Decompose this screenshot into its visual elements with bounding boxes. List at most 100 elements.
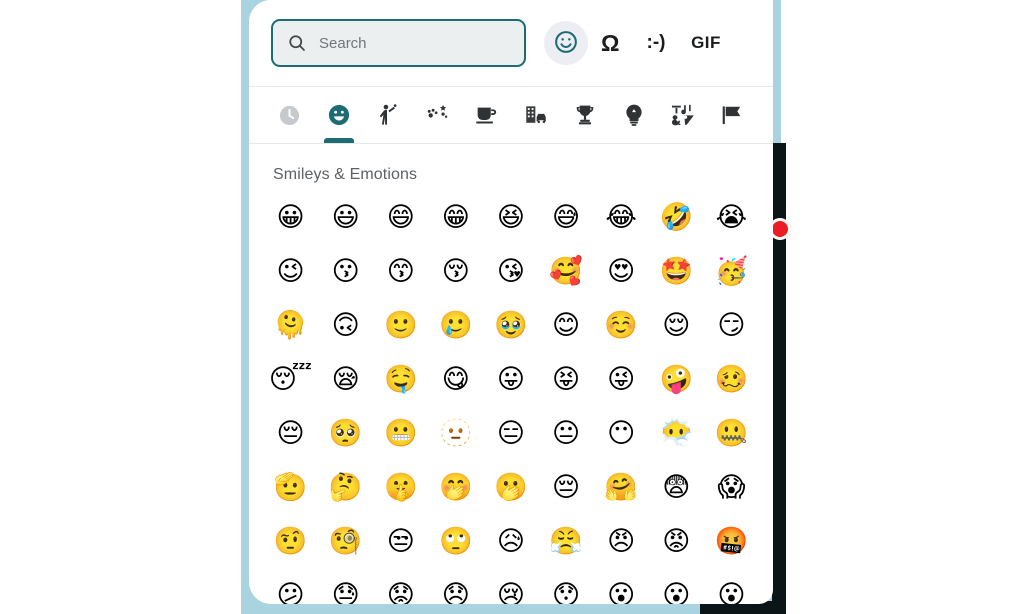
emoticons-toggle-button[interactable]: :-) xyxy=(632,21,680,65)
emoji-cell[interactable]: 😌 xyxy=(649,300,704,350)
building-car-icon xyxy=(523,102,549,128)
emoji-cell[interactable]: 😉 xyxy=(263,246,318,296)
emoji-cell[interactable]: 😙 xyxy=(373,246,428,296)
search-icon xyxy=(287,33,307,53)
emoji-cell[interactable]: 😊 xyxy=(539,300,594,350)
emoji-cell[interactable]: 😚 xyxy=(428,246,483,296)
search-field[interactable] xyxy=(271,19,526,67)
emoji-cell[interactable]: 🙂 xyxy=(373,300,428,350)
emoji-cell[interactable]: 😨 xyxy=(649,462,704,512)
tab-people[interactable] xyxy=(363,87,412,143)
emoji-cell[interactable]: 😘 xyxy=(483,246,538,296)
emoji-cell[interactable]: 😭 xyxy=(704,192,759,242)
emoji-cell[interactable]: 😬 xyxy=(373,408,428,458)
trophy-icon xyxy=(572,102,598,128)
flag-icon xyxy=(719,102,745,128)
emoji-cell[interactable]: 🤫 xyxy=(373,462,428,512)
emoji-cell[interactable]: 🥰 xyxy=(539,246,594,296)
section-title: Smileys & Emotions xyxy=(273,166,418,183)
emoji-cell[interactable]: 😜 xyxy=(594,354,649,404)
gif-icon: GIF xyxy=(691,33,721,52)
emoji-cell[interactable]: 😮 xyxy=(704,570,759,605)
emoji-cell[interactable]: 😓 xyxy=(318,570,373,605)
emoji-cell[interactable]: 😅 xyxy=(539,192,594,242)
emoji-cell[interactable]: 🤨 xyxy=(263,516,318,566)
emoji-cell[interactable]: 😱 xyxy=(704,462,759,512)
emoji-cell[interactable]: 😔 xyxy=(539,462,594,512)
tab-objects[interactable] xyxy=(609,87,658,143)
paw-flower-icon xyxy=(424,102,450,128)
emoji-cell[interactable]: 🙃 xyxy=(318,300,373,350)
emoji-cell[interactable]: 😤 xyxy=(539,516,594,566)
emoji-cell[interactable]: 🥲 xyxy=(428,300,483,350)
emoji-cell[interactable]: 🤗 xyxy=(594,462,649,512)
emoji-cell[interactable]: 😛 xyxy=(483,354,538,404)
cup-icon xyxy=(473,102,499,128)
emoji-cell[interactable]: 😄 xyxy=(373,192,428,242)
emoji-cell[interactable]: 😍 xyxy=(594,246,649,296)
emoji-cell[interactable]: 😪 xyxy=(318,354,373,404)
emoji-cell[interactable]: 😝 xyxy=(539,354,594,404)
emoji-cell[interactable]: 🤭 xyxy=(428,462,483,512)
tab-smileys[interactable] xyxy=(314,87,363,143)
emoji-cell[interactable]: 😆 xyxy=(483,192,538,242)
emoji-cell[interactable]: 🫥 xyxy=(428,408,483,458)
tab-symbols[interactable] xyxy=(659,87,708,143)
tab-travel[interactable] xyxy=(511,87,560,143)
search-input[interactable] xyxy=(319,34,499,52)
smiley-filled-icon xyxy=(326,102,352,128)
emoji-cell[interactable]: 😯 xyxy=(539,570,594,605)
emoji-cell[interactable]: 😮 xyxy=(649,570,704,605)
toolbar-actions: Ω :-) GIF xyxy=(544,21,732,65)
emoji-cell[interactable]: 🥺 xyxy=(318,408,373,458)
emoji-cell[interactable]: 🥹 xyxy=(483,300,538,350)
omega-icon: Ω xyxy=(601,29,619,56)
emoji-cell[interactable]: 🤪 xyxy=(649,354,704,404)
emoji-cell[interactable]: 😔 xyxy=(263,408,318,458)
gif-toggle-button[interactable]: GIF xyxy=(680,21,732,65)
emoji-cell[interactable]: 😴 xyxy=(263,354,318,404)
tab-food[interactable] xyxy=(462,87,511,143)
emoji-cell[interactable]: 🥳 xyxy=(704,246,759,296)
emoji-cell[interactable]: 😑 xyxy=(483,408,538,458)
emoji-cell[interactable]: 🫡 xyxy=(263,462,318,512)
emoji-cell[interactable]: 🫠 xyxy=(263,300,318,350)
emoji-cell[interactable]: 😢 xyxy=(483,570,538,605)
emoji-cell[interactable]: 😐 xyxy=(539,408,594,458)
tab-nature[interactable] xyxy=(413,87,462,143)
emoji-cell[interactable]: 😶 xyxy=(594,408,649,458)
emoji-cell[interactable]: 😡 xyxy=(649,516,704,566)
symbols-toggle-button[interactable]: Ω xyxy=(588,21,632,65)
emoji-cell[interactable]: 🤐 xyxy=(704,408,759,458)
emoji-cell[interactable]: 😮 xyxy=(594,570,649,605)
emoji-cell[interactable]: 😀 xyxy=(263,192,318,242)
emoji-cell[interactable]: 😟 xyxy=(373,570,428,605)
emoji-cell[interactable]: 😥 xyxy=(483,516,538,566)
emoji-cell[interactable]: 😏 xyxy=(704,300,759,350)
tab-flags[interactable] xyxy=(708,87,757,143)
emoji-cell[interactable]: 😗 xyxy=(318,246,373,296)
right-dark-strip xyxy=(772,143,786,614)
emoji-cell[interactable]: 😁 xyxy=(428,192,483,242)
emoji-cell[interactable]: 😠 xyxy=(594,516,649,566)
emoji-cell[interactable]: 🙄 xyxy=(428,516,483,566)
emoji-cell[interactable]: 🤣 xyxy=(649,192,704,242)
emoji-cell[interactable]: 🫢 xyxy=(483,462,538,512)
emoji-cell[interactable]: 🥴 xyxy=(704,354,759,404)
emoji-cell[interactable]: ☺️ xyxy=(594,300,649,350)
emoji-cell[interactable]: 🤔 xyxy=(318,462,373,512)
emoji-cell[interactable]: 😕 xyxy=(263,570,318,605)
emoji-cell[interactable]: 🧐 xyxy=(318,516,373,566)
emoji-cell[interactable]: 😂 xyxy=(594,192,649,242)
emoji-cell[interactable]: 😋 xyxy=(428,354,483,404)
tab-activities[interactable] xyxy=(560,87,609,143)
emoji-cell[interactable]: 😶‍🌫️ xyxy=(649,408,704,458)
emoji-cell[interactable]: 🤤 xyxy=(373,354,428,404)
emoji-cell[interactable]: 😞 xyxy=(428,570,483,605)
emoji-cell[interactable]: 🤬 xyxy=(704,516,759,566)
emoji-cell[interactable]: 😒 xyxy=(373,516,428,566)
emoji-cell[interactable]: 😃 xyxy=(318,192,373,242)
tab-recent[interactable] xyxy=(265,87,314,143)
emoji-cell[interactable]: 🤩 xyxy=(649,246,704,296)
emoji-toggle-button[interactable] xyxy=(544,21,588,65)
